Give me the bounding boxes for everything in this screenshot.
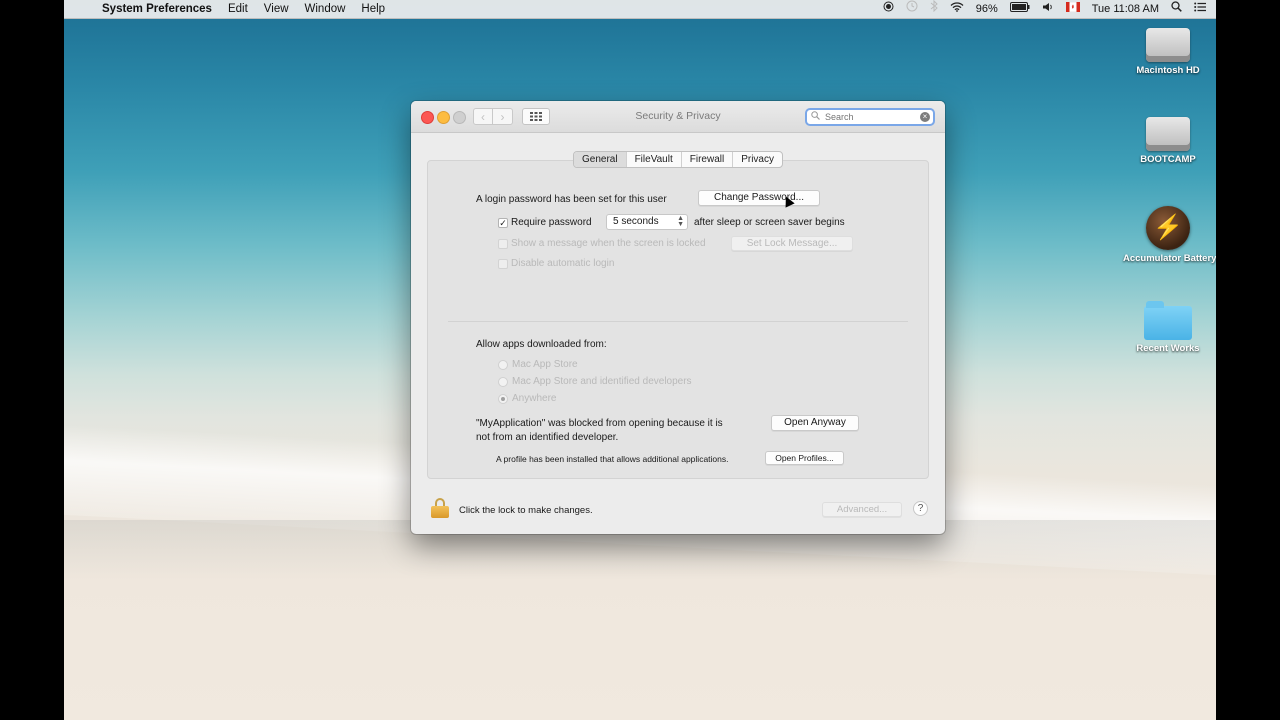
blocked-app-text-line1: "MyApplication" was blocked from opening…	[476, 418, 723, 429]
disable-auto-login-label: Disable automatic login	[511, 258, 615, 269]
search-icon	[811, 111, 820, 123]
tab-privacy[interactable]: Privacy	[733, 152, 782, 167]
lock-hint-text: Click the lock to make changes.	[459, 505, 593, 516]
menu-app-name[interactable]: System Preferences	[94, 0, 220, 18]
open-profiles-button[interactable]: Open Profiles...	[765, 451, 844, 465]
advanced-button[interactable]: Advanced...	[822, 502, 902, 517]
select-value: 5 seconds	[613, 216, 659, 227]
lightning-bolt-icon: ⚡	[1146, 206, 1190, 250]
notification-center-icon[interactable]	[1188, 0, 1216, 18]
desktop-icon-label: Recent Works	[1136, 343, 1200, 354]
hard-drive-icon	[1146, 117, 1190, 151]
require-password-suffix: after sleep or screen saver begins	[694, 217, 845, 228]
spotlight-icon[interactable]	[1165, 0, 1188, 18]
lock-icon[interactable]	[431, 498, 449, 518]
menu-bar: System Preferences Edit View Window Help…	[64, 0, 1216, 19]
menu-window[interactable]: Window	[297, 0, 354, 18]
menu-view[interactable]: View	[256, 0, 297, 18]
checkmark-icon: ✓	[499, 218, 507, 228]
login-password-text: A login password has been set for this u…	[476, 194, 667, 205]
record-icon[interactable]	[877, 0, 900, 18]
require-password-checkbox[interactable]: ✓	[498, 218, 508, 228]
radio-identified-developers[interactable]	[498, 377, 508, 387]
disable-auto-login-checkbox[interactable]	[498, 259, 508, 269]
radio-label: Mac App Store and identified developers	[512, 376, 692, 387]
radio-anywhere[interactable]	[498, 394, 508, 404]
radio-label: Anywhere	[512, 393, 557, 404]
show-message-checkbox[interactable]	[498, 239, 508, 249]
allow-apps-label: Allow apps downloaded from:	[476, 339, 607, 350]
profile-installed-text: A profile has been installed that allows…	[496, 454, 729, 464]
tab-firewall[interactable]: Firewall	[682, 152, 734, 167]
hard-drive-icon	[1146, 28, 1190, 62]
battery-percent[interactable]: 96%	[970, 0, 1004, 18]
require-password-label: Require password	[511, 217, 592, 228]
require-password-delay-select[interactable]: 5 seconds ▲ ▼	[606, 214, 688, 230]
clear-search-icon[interactable]: ×	[920, 112, 930, 122]
desktop-icon-recent-works[interactable]: Recent Works	[1123, 298, 1213, 354]
desktop-icon-accumulator-battery[interactable]: ⚡ Accumulator Battery	[1123, 206, 1216, 264]
input-source-flag-icon[interactable]	[1060, 0, 1086, 18]
tab-bar: General FileVault Firewall Privacy	[573, 151, 783, 168]
change-password-button[interactable]: Change Password...	[698, 190, 820, 206]
status-area: 96% Tue 11:08 AM	[877, 0, 1216, 18]
updown-arrows-icon: ▲ ▼	[677, 215, 684, 228]
wifi-icon[interactable]	[944, 0, 970, 18]
time-machine-icon[interactable]	[900, 0, 924, 18]
desktop-icon-label: BOOTCAMP	[1140, 154, 1196, 165]
show-message-label: Show a message when the screen is locked	[511, 238, 706, 249]
menu-help[interactable]: Help	[353, 0, 393, 18]
tab-general[interactable]: General	[574, 152, 627, 167]
menu-edit[interactable]: Edit	[220, 0, 256, 18]
radio-label: Mac App Store	[512, 359, 578, 370]
search-input[interactable]	[823, 111, 917, 123]
radio-mac-app-store[interactable]	[498, 360, 508, 370]
open-anyway-button[interactable]: Open Anyway	[771, 415, 859, 431]
desktop-icon-label: Accumulator Battery	[1123, 253, 1216, 264]
battery-icon[interactable]	[1004, 0, 1036, 18]
desktop-icon-bootcamp[interactable]: BOOTCAMP	[1123, 111, 1213, 165]
volume-icon[interactable]	[1036, 0, 1060, 18]
blocked-app-text-line2: not from an identified developer.	[476, 432, 619, 443]
desktop-icon-macintosh-hd[interactable]: Macintosh HD	[1123, 22, 1213, 76]
clock[interactable]: Tue 11:08 AM	[1086, 0, 1165, 18]
set-lock-message-button[interactable]: Set Lock Message...	[731, 236, 853, 251]
tab-bar-wrapper: General FileVault Firewall Privacy	[411, 151, 945, 168]
divider	[448, 321, 908, 322]
bluetooth-icon[interactable]	[924, 0, 944, 18]
folder-icon	[1144, 301, 1192, 340]
title-bar[interactable]: ‹ › Security & Privacy ×	[411, 101, 945, 133]
security-privacy-window: ‹ › Security & Privacy × General FileVau…	[411, 101, 945, 534]
desktop-icon-label: Macintosh HD	[1136, 65, 1200, 76]
tab-filevault[interactable]: FileVault	[627, 152, 682, 167]
help-button[interactable]: ?	[913, 501, 928, 516]
search-field[interactable]: ×	[805, 108, 935, 126]
